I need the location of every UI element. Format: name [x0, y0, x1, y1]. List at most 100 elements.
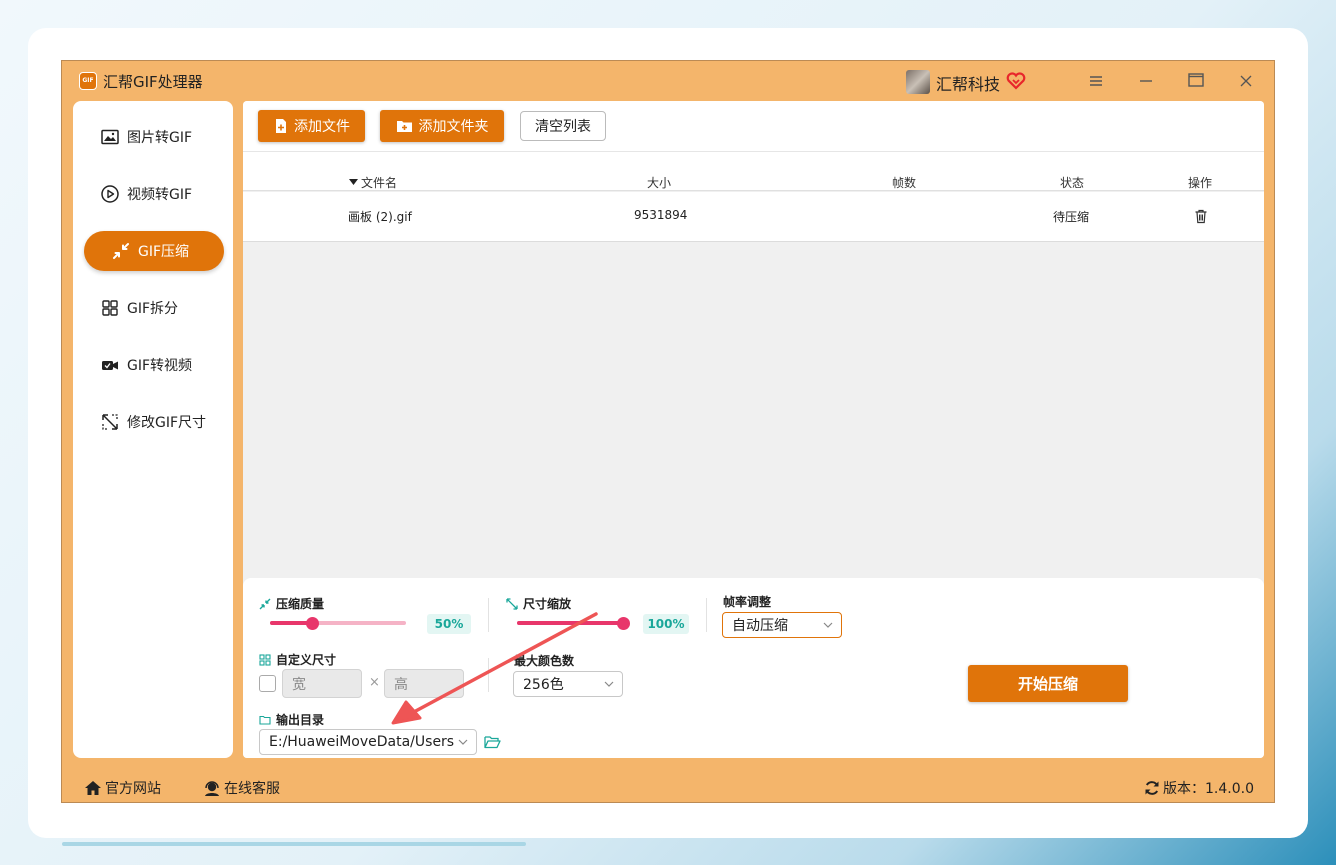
resize-small-icon	[506, 597, 518, 610]
add-file-button[interactable]: 添加文件	[258, 110, 365, 142]
sidebar-item-gif-split[interactable]: GIF拆分	[84, 288, 224, 328]
grid-small-icon	[259, 653, 271, 666]
chevron-down-icon	[604, 681, 614, 687]
version-label: 版本：1.4.0.0	[1163, 781, 1254, 797]
maximize-icon[interactable]	[1183, 69, 1209, 95]
width-input[interactable]: 宽	[282, 669, 362, 698]
sidebar: 图片转GIF 视频转GIF GIF压缩 GIF拆分 GIF转视频 修改GIF尺寸	[73, 101, 233, 758]
play-circle-icon	[101, 185, 119, 203]
output-dir-label: 输出目录	[259, 711, 324, 728]
framerate-select[interactable]: 自动压缩	[722, 612, 842, 638]
online-support-label: 在线客服	[224, 781, 280, 797]
support-agent-icon	[205, 780, 219, 796]
footer: 官方网站 在线客服 版本：1.4.0.0	[62, 769, 1274, 803]
size-separator: ×	[369, 675, 380, 690]
quality-slider-thumb[interactable]	[306, 617, 319, 630]
quality-label: 压缩质量	[259, 595, 324, 612]
toolbar: 添加文件 添加文件夹 清空列表	[243, 101, 1264, 151]
custom-size-label: 自定义尺寸	[259, 651, 336, 668]
app-title: 汇帮GIF处理器	[103, 73, 203, 91]
home-icon	[85, 781, 101, 795]
video-camera-icon	[102, 361, 118, 370]
sort-down-icon[interactable]	[349, 179, 358, 186]
add-folder-icon	[396, 121, 412, 132]
app-window: GIF 汇帮GIF处理器 汇帮科技 图片转GIF 视频转GIF GIF压缩 GI…	[61, 60, 1275, 803]
divider	[488, 598, 489, 632]
version-info[interactable]: 版本：1.4.0.0	[1144, 778, 1254, 798]
sidebar-item-label: GIF转视频	[127, 358, 193, 374]
column-header-name[interactable]: 文件名	[361, 174, 397, 191]
scroll-hint-bar	[62, 842, 526, 846]
framerate-label: 帧率调整	[723, 593, 771, 610]
folder-small-icon	[259, 715, 271, 725]
table-header: 文件名 大小 帧数 状态 操作	[243, 151, 1264, 191]
scale-slider-fill	[517, 621, 623, 625]
settings-panel: 压缩质量 50% 尺寸缩放 100% 帧率调整 自动压缩 自定义尺寸 宽 × 高…	[243, 578, 1264, 758]
chevron-down-icon	[458, 739, 468, 745]
max-colors-label-text: 最大颜色数	[514, 654, 575, 668]
refresh-icon	[1145, 781, 1159, 795]
app-logo-icon: GIF	[79, 72, 97, 90]
column-header-size[interactable]: 大小	[647, 174, 671, 191]
max-colors-select-value: 256色	[523, 677, 564, 693]
add-file-icon	[276, 119, 286, 133]
sidebar-item-label: GIF压缩	[138, 244, 190, 260]
avatar[interactable]	[906, 70, 930, 94]
add-folder-button[interactable]: 添加文件夹	[380, 110, 504, 142]
main-panel: 添加文件 添加文件夹 清空列表 文件名 大小 帧数 状态 操作 画板 (2).g…	[243, 101, 1264, 758]
scale-label: 尺寸缩放	[506, 595, 571, 612]
official-website-link[interactable]: 官方网站	[84, 778, 161, 798]
menu-icon[interactable]	[1083, 69, 1109, 95]
sidebar-item-gif-to-video[interactable]: GIF转视频	[84, 345, 224, 385]
output-dir-value: E:/HuaweiMoveData/Users	[269, 734, 455, 750]
title-bar: GIF 汇帮GIF处理器 汇帮科技	[62, 61, 1274, 101]
sidebar-item-gif-compress[interactable]: GIF压缩	[84, 231, 224, 271]
close-icon[interactable]	[1233, 69, 1259, 95]
column-header-actions: 操作	[1188, 176, 1213, 190]
image-icon	[101, 129, 119, 145]
start-compress-button[interactable]: 开始压缩	[968, 665, 1128, 702]
add-file-label: 添加文件	[294, 119, 350, 135]
add-folder-label: 添加文件夹	[418, 119, 489, 135]
file-size-cell: 9531894	[634, 208, 688, 222]
divider	[488, 658, 489, 692]
max-colors-select[interactable]: 256色	[513, 671, 623, 697]
sidebar-item-label: 视频转GIF	[127, 187, 193, 203]
compress-small-icon	[259, 598, 271, 609]
custom-size-checkbox[interactable]	[259, 675, 276, 692]
column-header-status[interactable]: 状态	[1060, 174, 1084, 191]
sidebar-item-label: 图片转GIF	[127, 130, 193, 146]
scale-value-badge: 100%	[643, 614, 689, 634]
sidebar-item-label: 修改GIF尺寸	[127, 415, 207, 431]
minimize-icon[interactable]	[1133, 69, 1159, 95]
split-icon	[102, 300, 118, 316]
output-dir-select[interactable]: E:/HuaweiMoveData/Users	[259, 729, 477, 755]
sidebar-item-label: GIF拆分	[127, 301, 179, 317]
online-support-link[interactable]: 在线客服	[203, 778, 280, 798]
vip-heart-icon[interactable]	[1006, 71, 1026, 91]
quality-slider-track[interactable]	[270, 621, 406, 625]
resize-icon	[102, 414, 118, 430]
open-folder-icon[interactable]	[484, 735, 501, 749]
height-input[interactable]: 高	[384, 669, 464, 698]
delete-icon[interactable]	[1194, 209, 1208, 224]
framerate-select-value: 自动压缩	[732, 618, 788, 634]
scale-slider-thumb[interactable]	[617, 617, 630, 630]
scale-slider-track[interactable]	[517, 621, 623, 625]
clear-list-button[interactable]: 清空列表	[520, 111, 606, 141]
quality-value-badge: 50%	[427, 614, 471, 634]
official-website-label: 官方网站	[105, 781, 161, 797]
scale-label-text: 尺寸缩放	[523, 597, 572, 611]
status-cell: 待压缩	[1053, 210, 1090, 224]
table-row[interactable]: 画板 (2).gif 9531894 待压缩	[243, 192, 1264, 242]
divider	[706, 598, 707, 632]
chevron-down-icon	[823, 622, 833, 628]
custom-size-label-text: 自定义尺寸	[276, 653, 337, 667]
framerate-label-text: 帧率调整	[723, 595, 772, 609]
sidebar-item-video-to-gif[interactable]: 视频转GIF	[84, 174, 224, 214]
sidebar-item-gif-resize[interactable]: 修改GIF尺寸	[84, 402, 224, 442]
brand-name[interactable]: 汇帮科技	[936, 71, 1000, 95]
sidebar-item-image-to-gif[interactable]: 图片转GIF	[84, 117, 224, 157]
column-header-frames[interactable]: 帧数	[892, 174, 916, 191]
file-name-cell: 画板 (2).gif	[348, 210, 412, 224]
